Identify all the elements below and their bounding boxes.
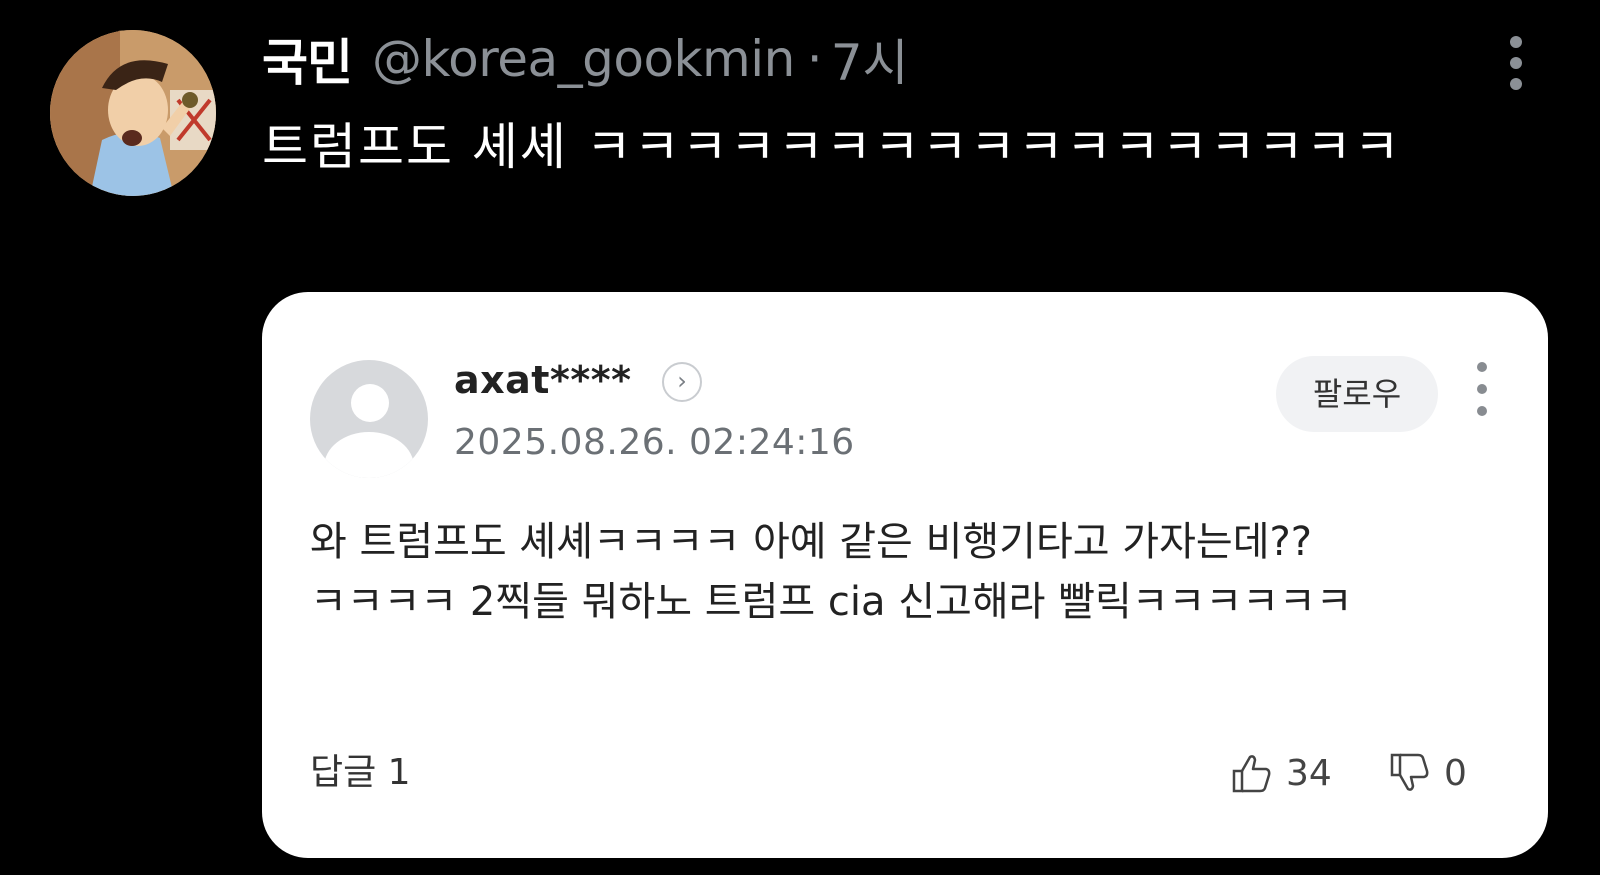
tweet-header: 국민 @korea_gookmin · 7시	[262, 22, 909, 96]
more-vertical-icon[interactable]	[1504, 36, 1528, 90]
thumbs-down-icon	[1390, 753, 1429, 791]
comment-body: 와 트럼프도 셰셰ㅋㅋㅋㅋ 아예 같은 비행기타고 가자는데?? ㅋㅋㅋㅋ 2찍…	[310, 519, 1353, 625]
tweet: 국민 @korea_gookmin · 7시 트럼프도 셰셰 ㅋㅋㅋㅋㅋㅋㅋㅋㅋ…	[0, 0, 1600, 875]
dislike-count: 0	[1444, 752, 1467, 794]
user-avatar[interactable]	[50, 30, 216, 196]
embedded-comment-card[interactable]: axat**** › 2025.08.26. 02:24:16 팔로우 와 트럼…	[262, 292, 1548, 858]
thumbs-up-icon	[1232, 755, 1271, 793]
user-handle[interactable]: @korea_gookmin	[372, 30, 795, 88]
comment-footer: 답글 1 34 0	[310, 748, 1500, 798]
follow-button[interactable]: 팔로우	[1276, 356, 1438, 432]
comment-timestamp: 2025.08.26. 02:24:16	[454, 422, 855, 463]
tweet-text: 트럼프도 셰셰 ㅋㅋㅋㅋㅋㅋㅋㅋㅋㅋㅋㅋㅋㅋㅋㅋㅋ	[262, 118, 1402, 176]
display-name[interactable]: 국민	[262, 23, 353, 95]
reply-button[interactable]: 답글 1	[310, 748, 411, 798]
like-count: 34	[1286, 752, 1332, 794]
chevron-right-icon[interactable]: ›	[662, 362, 702, 402]
default-avatar-icon[interactable]	[310, 360, 428, 478]
comment-more-vertical-icon[interactable]	[1474, 362, 1490, 422]
like-button[interactable]: 34	[1230, 748, 1332, 798]
comment-username[interactable]: axat****	[454, 358, 631, 402]
dislike-button[interactable]: 0	[1388, 748, 1467, 798]
separator-dot: ·	[806, 30, 823, 88]
post-time[interactable]: 7시	[831, 23, 909, 95]
